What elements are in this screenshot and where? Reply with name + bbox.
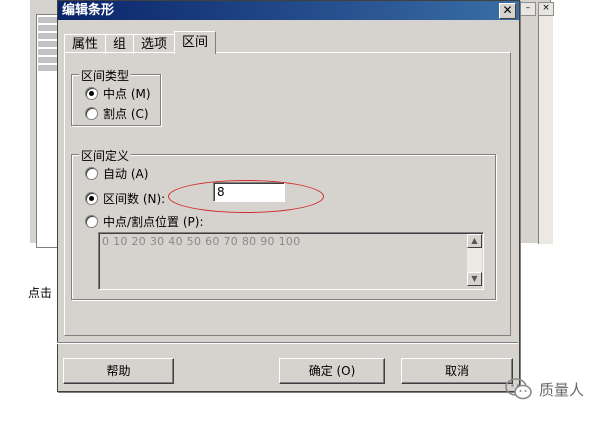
- position-list-scrollbar[interactable]: ▲ ▼: [467, 234, 482, 286]
- close-button[interactable]: ✕: [499, 3, 516, 19]
- close-icon[interactable]: ×: [538, 2, 554, 16]
- cancel-button[interactable]: 取消: [401, 358, 513, 384]
- tab-group[interactable]: 组: [105, 34, 135, 54]
- watermark: 质量人: [505, 378, 584, 400]
- radio-unchecked-icon[interactable]: [85, 107, 98, 120]
- midpoint-label: 中点 (M): [103, 87, 151, 101]
- radio-unchecked-icon[interactable]: [85, 215, 98, 228]
- ok-button[interactable]: 确定 (O): [279, 358, 385, 384]
- radio-unchecked-icon[interactable]: [85, 167, 98, 180]
- auto-label: 自动 (A): [103, 167, 149, 181]
- background-scrollbar[interactable]: [538, 16, 553, 244]
- position-label: 中点/割点位置 (P):: [103, 215, 204, 229]
- position-list-text: 0 10 20 30 40 50 60 70 80 90 100: [102, 235, 301, 248]
- auto-radio[interactable]: 自动 (A): [85, 165, 148, 182]
- dialog-button-divider: [57, 342, 518, 343]
- interval-definition-legend: 区间定义: [79, 147, 132, 164]
- interval-count-radio[interactable]: 区间数 (N):: [85, 190, 165, 207]
- scroll-down-icon[interactable]: ▼: [467, 272, 482, 286]
- radio-checked-icon[interactable]: [85, 87, 98, 100]
- help-button[interactable]: 帮助: [63, 358, 174, 384]
- position-list-field[interactable]: 0 10 20 30 40 50 60 70 80 90 100 ▲ ▼: [98, 232, 484, 290]
- watermark-text: 质量人: [539, 380, 585, 399]
- midpoint-radio[interactable]: 中点 (M): [85, 85, 151, 102]
- wechat-icon: [505, 378, 532, 400]
- tab-strip: 属性 组 选项 区间: [64, 31, 217, 54]
- background-side-text: 点击: [28, 286, 53, 300]
- close-icon: ✕: [502, 3, 513, 17]
- dialog-title: 编辑条形: [62, 3, 115, 18]
- tab-properties[interactable]: 属性: [64, 34, 107, 54]
- interval-type-legend: 区间类型: [79, 67, 132, 84]
- background-window-controls: – ×: [520, 2, 554, 16]
- interval-count-label: 区间数 (N):: [103, 192, 166, 206]
- highlight-ellipse: [168, 180, 324, 213]
- minimize-icon[interactable]: –: [520, 2, 536, 16]
- scroll-up-icon[interactable]: ▲: [467, 234, 482, 248]
- position-radio[interactable]: 中点/割点位置 (P):: [85, 213, 204, 230]
- dialog-titlebar[interactable]: 编辑条形 ✕: [58, 1, 519, 20]
- radio-checked-icon[interactable]: [85, 192, 98, 205]
- cutpoint-radio[interactable]: 割点 (C): [85, 105, 149, 122]
- tab-options[interactable]: 选项: [133, 34, 176, 54]
- tab-interval[interactable]: 区间: [174, 31, 217, 54]
- cutpoint-label: 割点 (C): [103, 107, 149, 121]
